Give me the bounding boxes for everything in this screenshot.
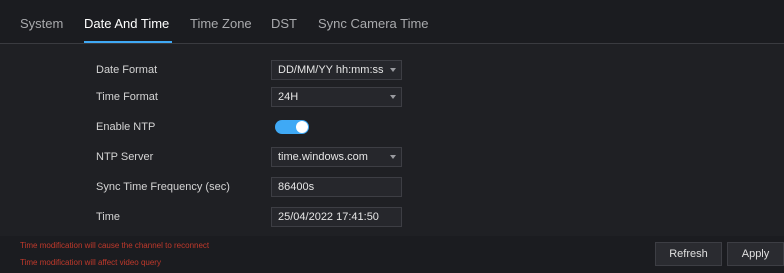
tab-system[interactable]: System <box>20 16 63 31</box>
date-format-row: Date Format DD/MM/YY hh:mm:ss <box>0 58 784 86</box>
time-label: Time <box>96 211 121 223</box>
active-tab-indicator <box>84 41 172 43</box>
chevron-down-icon <box>390 95 396 99</box>
date-time-form: Date Format DD/MM/YY hh:mm:ss Time Forma… <box>0 44 784 236</box>
time-format-row: Time Format 24H <box>0 85 784 113</box>
tab-time-zone[interactable]: Time Zone <box>190 16 252 31</box>
ntp-server-row: NTP Server time.windows.com <box>0 145 784 173</box>
time-format-value: 24H <box>278 91 299 103</box>
date-format-label: Date Format <box>96 64 158 76</box>
enable-ntp-row: Enable NTP <box>0 115 784 143</box>
toggle-knob <box>296 121 308 133</box>
tab-dst[interactable]: DST <box>271 16 297 31</box>
chevron-down-icon <box>390 155 396 159</box>
ntp-server-label: NTP Server <box>96 151 154 163</box>
time-input[interactable]: 25/04/2022 17:41:50 <box>271 207 402 227</box>
refresh-button[interactable]: Refresh <box>655 242 722 266</box>
tab-date-and-time[interactable]: Date And Time <box>84 16 169 31</box>
sync-frequency-label: Sync Time Frequency (sec) <box>96 181 230 193</box>
reconnect-warning: Time modification will cause the channel… <box>20 241 210 250</box>
settings-tab-bar: System Date And Time Time Zone DST Sync … <box>0 0 784 44</box>
apply-button[interactable]: Apply <box>727 242 784 266</box>
enable-ntp-toggle[interactable] <box>275 120 309 134</box>
footer-bar: Time modification will cause the channel… <box>0 236 784 273</box>
ntp-server-select[interactable]: time.windows.com <box>271 147 402 167</box>
video-query-warning: Time modification will affect video quer… <box>20 258 161 267</box>
date-format-value: DD/MM/YY hh:mm:ss <box>278 64 384 76</box>
chevron-down-icon <box>390 68 396 72</box>
enable-ntp-label: Enable NTP <box>96 121 156 133</box>
ntp-server-value: time.windows.com <box>278 151 368 163</box>
date-format-select[interactable]: DD/MM/YY hh:mm:ss <box>271 60 402 80</box>
sync-frequency-row: Sync Time Frequency (sec) 86400s <box>0 175 784 203</box>
time-row: Time 25/04/2022 17:41:50 <box>0 205 784 233</box>
time-format-label: Time Format <box>96 91 158 103</box>
tab-sync-camera-time[interactable]: Sync Camera Time <box>318 16 429 31</box>
time-format-select[interactable]: 24H <box>271 87 402 107</box>
sync-frequency-input[interactable]: 86400s <box>271 177 402 197</box>
